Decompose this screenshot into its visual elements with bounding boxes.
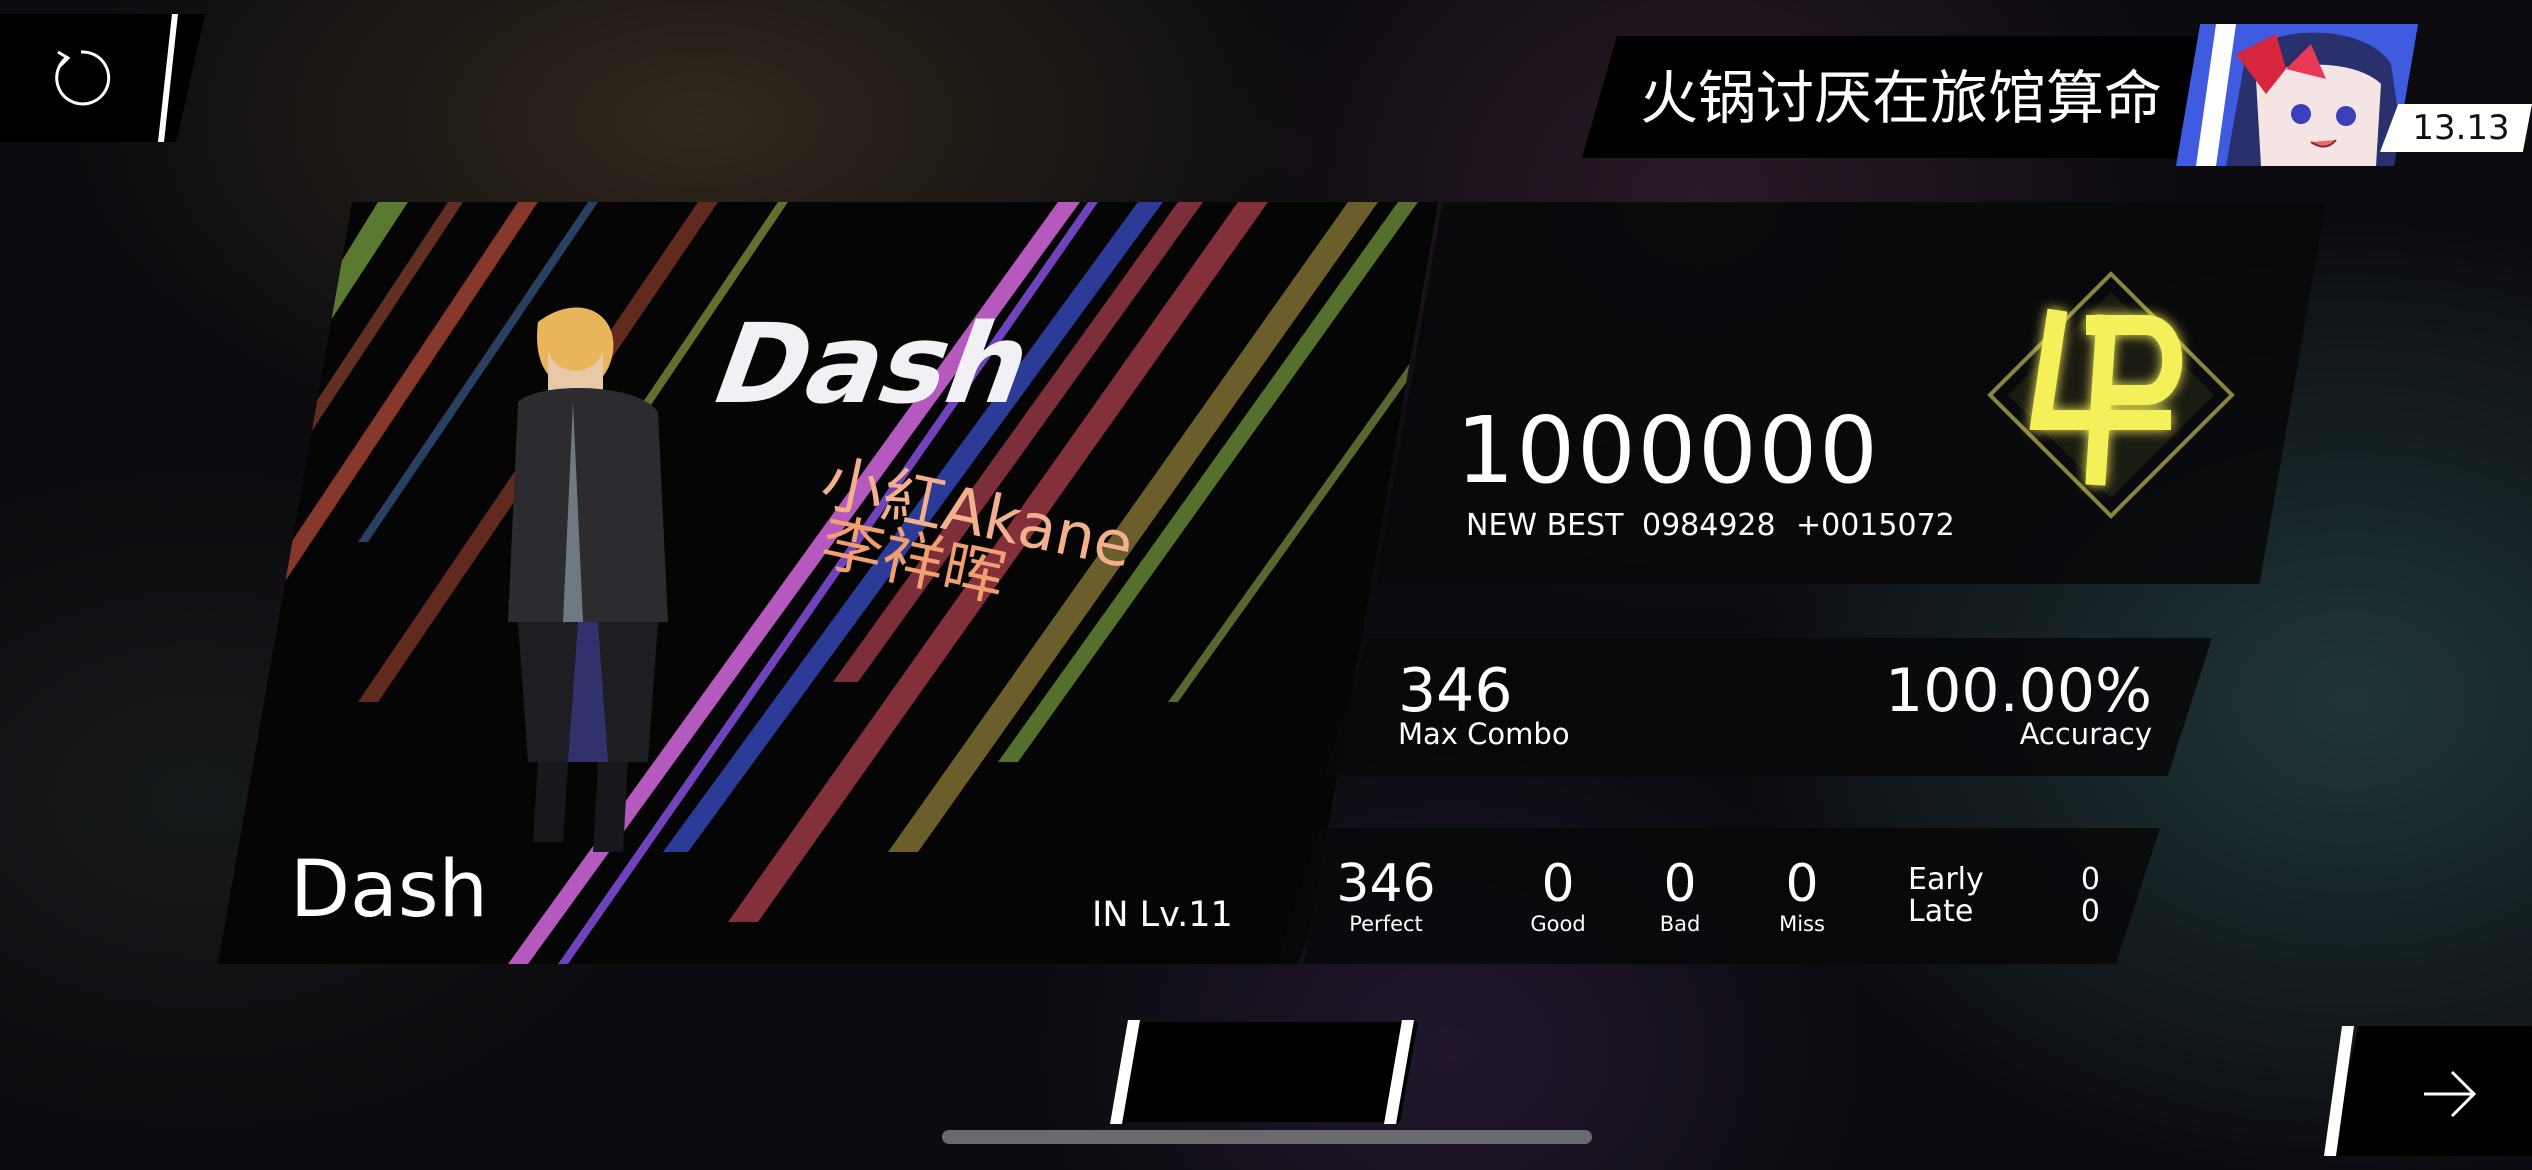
bad-label: Bad [1659,912,1701,936]
miss-label: Miss [1779,912,1825,936]
late-count: 0 [2080,894,2100,929]
new-best-label: NEW BEST [1466,508,1624,543]
early-late-labels: Early Late [1908,864,1984,928]
player-name: 火锅讨厌在旅馆算命 [1640,64,2163,132]
song-title: Dash [290,845,488,935]
score-difference: +0015072 [1796,508,1955,543]
avatar[interactable] [2176,24,2418,166]
late-label: Late [1908,894,1974,929]
difficulty-level: IN Lv.11 [1092,895,1233,935]
retry-icon[interactable] [48,44,114,110]
good-count: 0 [1541,854,1575,914]
early-label: Early [1908,862,1984,897]
early-count: 0 [2080,862,2100,897]
avatar-illustration [2176,24,2418,166]
early-late-values: 0 0 [2070,864,2100,928]
miss-count: 0 [1785,854,1819,914]
perfect-label: Perfect [1349,912,1423,936]
bottom-center-bar[interactable] [1116,1022,1418,1122]
perfect-count: 346 [1336,854,1436,914]
good-label: Good [1530,912,1586,936]
bad-count: 0 [1663,854,1697,914]
arrow-right-icon[interactable] [2420,1066,2480,1122]
accuracy-label: Accuracy [2019,717,2152,751]
art-title: Dash [696,300,1052,428]
rks-value: 13.13 [2412,108,2510,148]
score-value: 1000000 [1456,397,1880,504]
home-indicator[interactable] [942,1130,1592,1144]
rank-phi-icon [1987,271,2235,519]
previous-best-score: 0984928 [1642,508,1776,543]
max-combo-label: Max Combo [1398,717,1570,751]
